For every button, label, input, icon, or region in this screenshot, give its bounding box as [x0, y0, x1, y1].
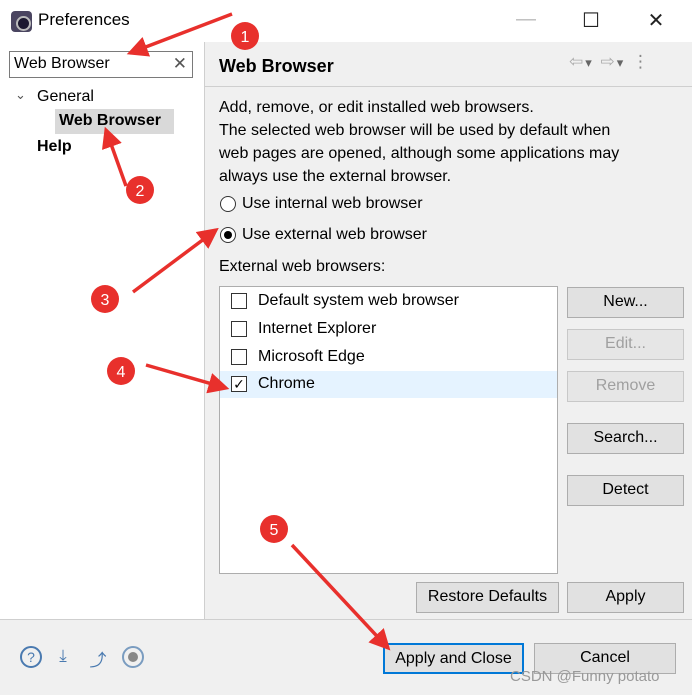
annotation-number: 5 [270, 522, 279, 539]
annotation-arrow-5 [290, 543, 391, 651]
annotation-arrow-4 [145, 363, 230, 394]
annotation-number: 4 [117, 364, 126, 381]
annotation-arrow-3 [131, 227, 219, 294]
annotation-number: 2 [136, 183, 145, 200]
annotation-arrow-1 [126, 12, 233, 57]
annotation-number: 1 [241, 29, 250, 46]
annotation-arrow-2 [101, 126, 128, 187]
annotation-overlay: 1 2 3 4 5 [91, 12, 391, 651]
annotation-number: 3 [101, 292, 110, 309]
